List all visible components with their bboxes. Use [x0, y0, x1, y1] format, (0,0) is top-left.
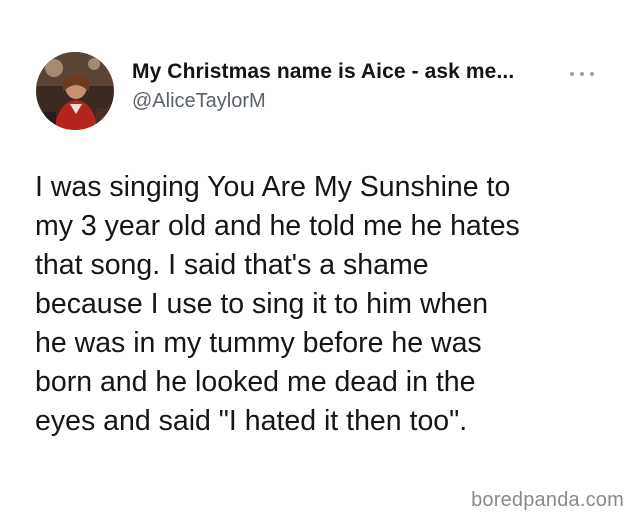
user-handle[interactable]: @AliceTaylorM — [132, 90, 514, 113]
display-name[interactable]: My Christmas name is Aice - ask me... — [132, 60, 514, 84]
more-dot — [590, 72, 594, 76]
tweet-header: My Christmas name is Aice - ask me... @A… — [132, 60, 514, 113]
tweet-card: My Christmas name is Aice - ask me... @A… — [0, 0, 640, 524]
avatar-photo — [36, 52, 114, 130]
more-horizontal-icon[interactable] — [570, 69, 594, 79]
more-dot — [580, 72, 584, 76]
more-dot — [570, 72, 574, 76]
watermark: boredpanda.com — [471, 489, 624, 511]
avatar[interactable] — [36, 52, 114, 130]
tweet-text: I was singing You Are My Sunshine to my … — [35, 171, 520, 437]
